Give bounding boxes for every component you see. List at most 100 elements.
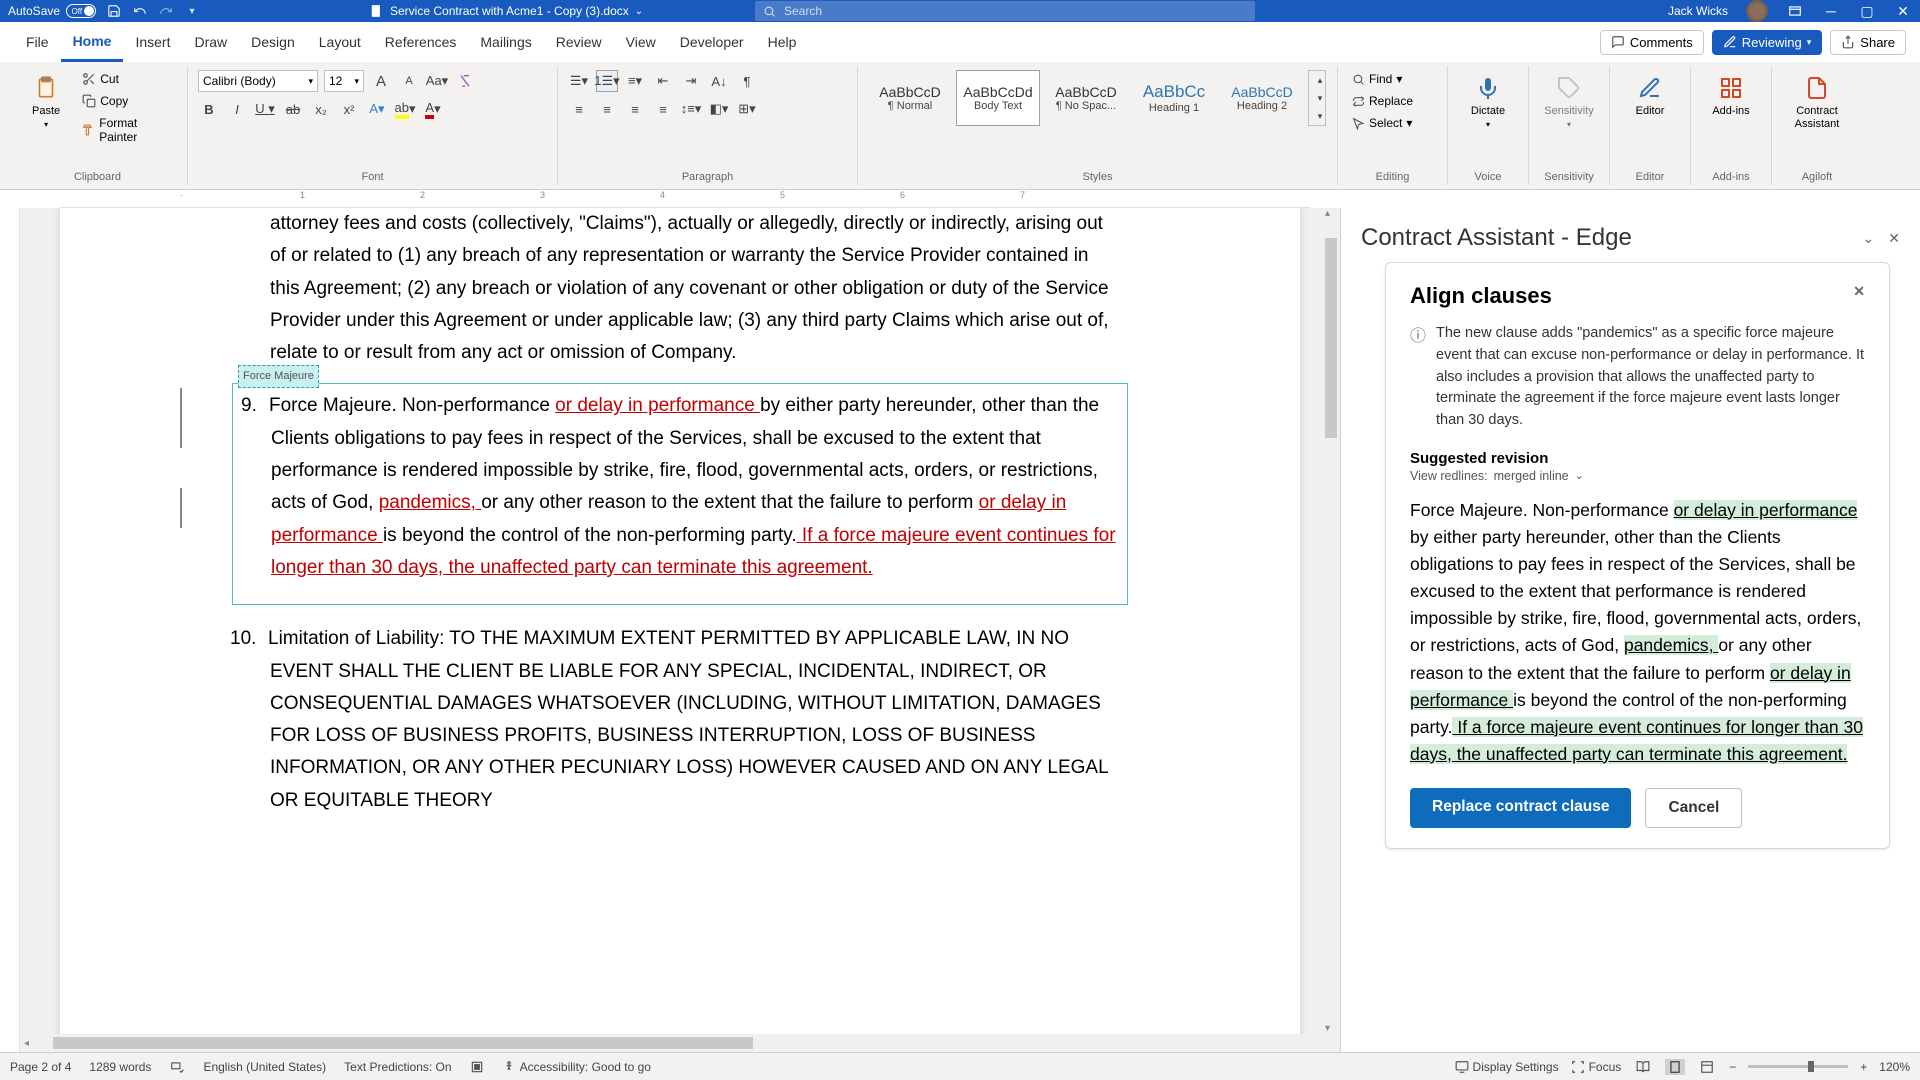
tab-review[interactable]: Review: [544, 24, 614, 60]
maximize-icon[interactable]: ▢: [1858, 2, 1876, 20]
justify-icon[interactable]: ≡: [652, 98, 674, 120]
status-words[interactable]: 1289 words: [89, 1060, 151, 1074]
reviewing-button[interactable]: Reviewing▾: [1712, 30, 1823, 55]
display-settings-button[interactable]: Display Settings: [1455, 1060, 1559, 1074]
align-center-icon[interactable]: ≡: [596, 98, 618, 120]
user-name[interactable]: Jack Wicks: [1668, 4, 1728, 18]
show-marks-icon[interactable]: ¶: [736, 70, 758, 92]
save-icon[interactable]: [106, 3, 122, 19]
tab-layout[interactable]: Layout: [307, 24, 373, 60]
tab-file[interactable]: File: [14, 24, 61, 60]
replace-button[interactable]: Replace: [1348, 92, 1417, 110]
status-accessibility[interactable]: Accessibility: Good to go: [502, 1060, 651, 1074]
document-title[interactable]: Service Contract with Acme1 - Copy (3).d…: [370, 4, 643, 18]
font-name-combo[interactable]: Calibri (Body)▾: [198, 70, 318, 92]
tab-references[interactable]: References: [373, 24, 469, 60]
dictate-button[interactable]: Dictate▾: [1458, 70, 1518, 133]
bullets-icon[interactable]: ☰▾: [568, 70, 590, 92]
tab-design[interactable]: Design: [239, 24, 307, 60]
copy-button[interactable]: Copy: [78, 92, 177, 110]
read-mode-icon[interactable]: [1633, 1059, 1653, 1075]
superscript-icon[interactable]: x²: [338, 98, 360, 120]
styles-expand-icon[interactable]: ▾: [1309, 107, 1331, 125]
style-heading1[interactable]: AaBbCcHeading 1: [1132, 70, 1216, 126]
paste-button[interactable]: Paste▾: [18, 70, 74, 133]
format-painter-button[interactable]: Format Painter: [78, 114, 177, 146]
select-button[interactable]: Select ▾: [1348, 114, 1417, 132]
web-layout-icon[interactable]: [1697, 1059, 1717, 1075]
strike-icon[interactable]: ab: [282, 98, 304, 120]
text-effects-icon[interactable]: A▾: [366, 98, 388, 120]
contract-assistant-button[interactable]: Contract Assistant: [1782, 70, 1852, 135]
comments-button[interactable]: Comments: [1600, 30, 1704, 55]
undo-icon[interactable]: [132, 3, 148, 19]
italic-icon[interactable]: I: [226, 98, 248, 120]
zoom-slider[interactable]: [1748, 1065, 1848, 1068]
style-body-text[interactable]: AaBbCcDdBody Text: [956, 70, 1040, 126]
view-redlines-select[interactable]: View redlines: merged inline ⌄: [1410, 469, 1865, 483]
borders-icon[interactable]: ⊞▾: [736, 98, 758, 120]
shading-icon[interactable]: ◧▾: [708, 98, 730, 120]
font-size-combo[interactable]: 12▾: [324, 70, 364, 92]
ruler-vertical[interactable]: [0, 208, 20, 1052]
subscript-icon[interactable]: x₂: [310, 98, 332, 120]
cut-button[interactable]: Cut: [78, 70, 177, 88]
align-left-icon[interactable]: ≡: [568, 98, 590, 120]
style-normal[interactable]: AaBbCcD¶ Normal: [868, 70, 952, 126]
zoom-level[interactable]: 120%: [1879, 1060, 1910, 1074]
panel-close-icon[interactable]: ✕: [1888, 230, 1900, 247]
share-button[interactable]: Share: [1830, 30, 1906, 55]
line-spacing-icon[interactable]: ↕≡▾: [680, 98, 702, 120]
tab-view[interactable]: View: [614, 24, 668, 60]
tab-developer[interactable]: Developer: [668, 24, 756, 60]
underline-icon[interactable]: U ▾: [254, 98, 276, 120]
zoom-in-icon[interactable]: +: [1860, 1060, 1867, 1074]
status-macros-icon[interactable]: [470, 1060, 484, 1074]
style-heading2[interactable]: AaBbCcDHeading 2: [1220, 70, 1304, 126]
status-text-predictions[interactable]: Text Predictions: On: [344, 1060, 451, 1074]
print-layout-icon[interactable]: [1665, 1059, 1685, 1075]
panel-dropdown-icon[interactable]: ⌄: [1863, 230, 1875, 247]
comment-tag-force-majeure[interactable]: Force Majeure: [238, 365, 319, 388]
tab-home[interactable]: Home: [61, 23, 124, 62]
style-no-spacing[interactable]: AaBbCcD¶ No Spac...: [1044, 70, 1128, 126]
zoom-out-icon[interactable]: −: [1729, 1060, 1736, 1074]
status-spellcheck-icon[interactable]: [169, 1060, 185, 1074]
chevron-down-icon[interactable]: ⌄: [635, 6, 643, 17]
status-page[interactable]: Page 2 of 4: [10, 1060, 71, 1074]
sort-icon[interactable]: A↓: [708, 70, 730, 92]
search-input[interactable]: Search: [755, 1, 1255, 21]
dec-indent-icon[interactable]: ⇤: [652, 70, 674, 92]
styles-up-icon[interactable]: ▴: [1309, 71, 1331, 89]
addins-button[interactable]: Add-ins: [1701, 70, 1761, 121]
numbering-icon[interactable]: 1☰▾: [596, 70, 618, 92]
editor-button[interactable]: Editor: [1620, 70, 1680, 121]
card-close-icon[interactable]: ✕: [1853, 283, 1865, 309]
grow-font-icon[interactable]: A: [370, 70, 392, 92]
cancel-button[interactable]: Cancel: [1645, 788, 1742, 828]
bold-icon[interactable]: B: [198, 98, 220, 120]
inc-indent-icon[interactable]: ⇥: [680, 70, 702, 92]
font-color-icon[interactable]: A▾: [422, 98, 444, 120]
styles-down-icon[interactable]: ▾: [1309, 89, 1331, 107]
scrollbar-vertical[interactable]: ▴▾: [1322, 208, 1340, 1052]
tab-mailings[interactable]: Mailings: [468, 24, 543, 60]
tab-draw[interactable]: Draw: [182, 24, 239, 60]
autosave-toggle[interactable]: AutoSave Off: [8, 4, 96, 18]
multilevel-icon[interactable]: ≡▾: [624, 70, 646, 92]
sensitivity-button[interactable]: Sensitivity▾: [1539, 70, 1599, 133]
ruler-horizontal[interactable]: ·1234567: [0, 190, 1920, 208]
status-language[interactable]: English (United States): [203, 1060, 326, 1074]
qat-dropdown-icon[interactable]: ▾: [184, 3, 200, 19]
tab-help[interactable]: Help: [756, 24, 809, 60]
replace-clause-button[interactable]: Replace contract clause: [1410, 788, 1631, 828]
redo-icon[interactable]: [158, 3, 174, 19]
document-area[interactable]: attorney fees and costs (collectively, "…: [20, 208, 1340, 1052]
align-right-icon[interactable]: ≡: [624, 98, 646, 120]
minimize-icon[interactable]: ─: [1822, 2, 1840, 20]
close-icon[interactable]: ✕: [1894, 2, 1912, 20]
user-avatar[interactable]: [1746, 0, 1768, 22]
focus-button[interactable]: Focus: [1571, 1060, 1622, 1074]
highlight-icon[interactable]: ab▾: [394, 98, 416, 120]
find-button[interactable]: Find ▾: [1348, 70, 1417, 88]
